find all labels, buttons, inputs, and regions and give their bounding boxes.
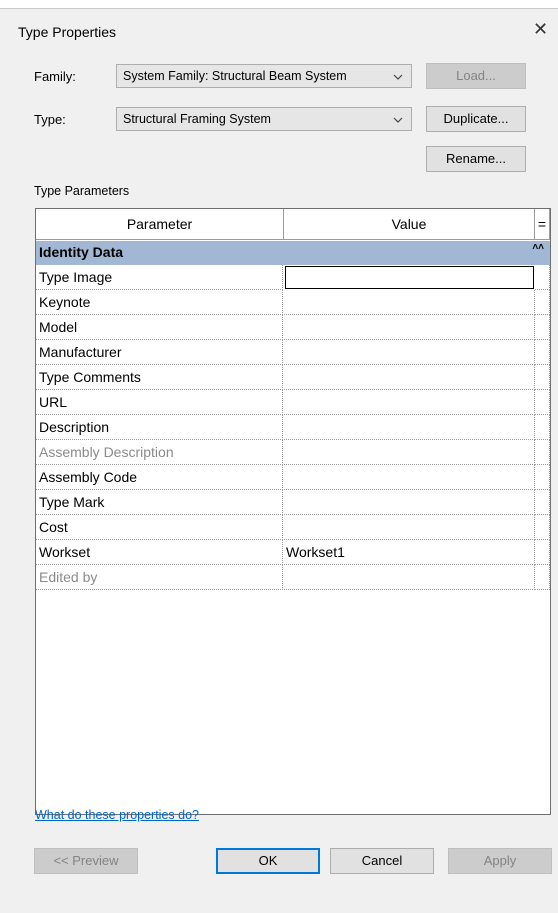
ok-button[interactable]: OK	[216, 848, 320, 874]
table-row[interactable]: Description	[36, 415, 550, 440]
parameter-name: Type Comments	[36, 365, 283, 390]
table-row[interactable]: Type Mark	[36, 490, 550, 515]
value-column-header[interactable]: Value	[284, 209, 535, 240]
parameter-column-header[interactable]: Parameter	[36, 209, 284, 240]
window-top-edge	[0, 0, 558, 9]
row-spacer	[535, 340, 550, 365]
preview-button[interactable]: << Preview	[34, 848, 138, 874]
table-row[interactable]: Manufacturer	[36, 340, 550, 365]
group-label: Identity Data	[39, 244, 124, 260]
parameter-value[interactable]: Workset1	[284, 540, 535, 565]
type-dropdown[interactable]: Structural Framing System	[116, 107, 412, 131]
table-row[interactable]: Edited by	[36, 565, 550, 590]
close-icon[interactable]: ✕	[533, 20, 548, 38]
rename-button[interactable]: Rename...	[426, 146, 526, 172]
table-row[interactable]: Assembly Code	[36, 465, 550, 490]
table-row[interactable]: Type Image	[36, 265, 550, 290]
parameter-value[interactable]	[284, 290, 535, 315]
row-spacer	[535, 490, 550, 515]
sort-header-button[interactable]: =	[535, 209, 550, 240]
parameter-value[interactable]	[284, 490, 535, 515]
row-spacer	[535, 540, 550, 565]
parameter-value[interactable]	[284, 440, 535, 465]
row-spacer	[535, 440, 550, 465]
type-label: Type:	[34, 112, 66, 127]
chevron-down-icon	[393, 117, 403, 123]
table-row[interactable]: Cost	[36, 515, 550, 540]
row-spacer	[535, 415, 550, 440]
row-spacer	[535, 565, 550, 590]
parameter-value[interactable]	[284, 515, 535, 540]
parameter-value[interactable]	[284, 365, 535, 390]
table-row[interactable]: Workset Workset1	[36, 540, 550, 565]
parameter-name: Workset	[36, 540, 283, 565]
table-row[interactable]: Type Comments	[36, 365, 550, 390]
cancel-button[interactable]: Cancel	[330, 848, 434, 874]
parameter-name: Cost	[36, 515, 283, 540]
table-row[interactable]: Assembly Description	[36, 440, 550, 465]
parameter-name: Edited by	[36, 565, 283, 590]
type-parameters-grid: Parameter Value = Identity Data ˄˄ Type …	[35, 208, 551, 815]
table-row[interactable]: Keynote	[36, 290, 550, 315]
parameter-name: Type Mark	[36, 490, 283, 515]
parameter-name: URL	[36, 390, 283, 415]
parameter-value[interactable]	[284, 415, 535, 440]
group-header-identity-data[interactable]: Identity Data ˄˄	[36, 241, 550, 265]
duplicate-button[interactable]: Duplicate...	[426, 106, 526, 132]
type-value: Structural Framing System	[123, 112, 271, 126]
row-spacer	[535, 315, 550, 340]
parameter-name: Manufacturer	[36, 340, 283, 365]
table-row[interactable]: URL	[36, 390, 550, 415]
parameter-name: Type Image	[36, 265, 283, 290]
apply-button[interactable]: Apply	[448, 848, 552, 874]
family-label: Family:	[34, 69, 76, 84]
table-row[interactable]: Model	[36, 315, 550, 340]
row-spacer	[535, 515, 550, 540]
dialog-title: Type Properties	[18, 24, 117, 40]
row-spacer	[535, 290, 550, 315]
section-label: Type Parameters	[34, 184, 130, 198]
chevron-down-icon	[393, 74, 403, 80]
collapse-icon[interactable]: ˄˄	[532, 242, 544, 253]
row-spacer	[535, 390, 550, 415]
parameter-value[interactable]	[284, 390, 535, 415]
family-value: System Family: Structural Beam System	[123, 69, 347, 83]
parameter-name: Assembly Code	[36, 465, 283, 490]
row-spacer	[535, 265, 550, 290]
parameter-value[interactable]	[285, 266, 534, 289]
help-link[interactable]: What do these properties do?	[35, 808, 199, 822]
parameter-name: Assembly Description	[36, 440, 283, 465]
parameter-name: Description	[36, 415, 283, 440]
parameter-value[interactable]	[284, 315, 535, 340]
parameter-name: Keynote	[36, 290, 283, 315]
parameter-value[interactable]	[284, 465, 535, 490]
load-button[interactable]: Load...	[426, 63, 526, 89]
parameter-value[interactable]	[284, 340, 535, 365]
parameter-value[interactable]	[284, 565, 535, 590]
family-dropdown[interactable]: System Family: Structural Beam System	[116, 64, 412, 88]
row-spacer	[535, 365, 550, 390]
row-spacer	[535, 465, 550, 490]
parameter-name: Model	[36, 315, 283, 340]
